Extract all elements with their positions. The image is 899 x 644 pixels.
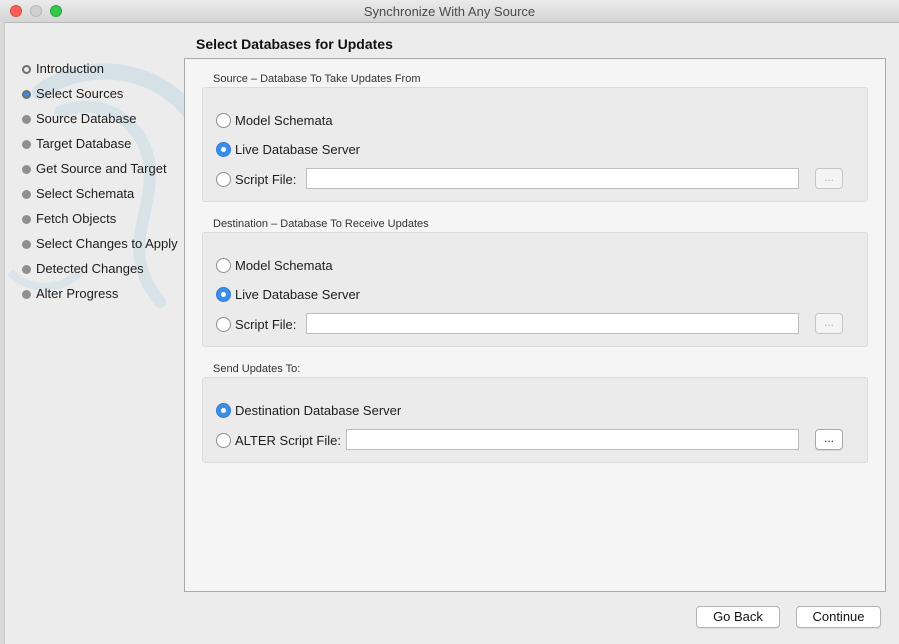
wizard-step-label: Select Schemata: [36, 186, 135, 201]
radio-label: Live Database Server: [235, 286, 361, 302]
source-group-title: Source – Database To Take Updates From: [213, 73, 421, 85]
radio-label: Script File:: [235, 171, 297, 187]
step-current-icon: [22, 90, 31, 99]
wizard-step-label: Source Database: [36, 111, 137, 126]
alter-script-file-input[interactable]: [346, 429, 799, 450]
wizard-step-label: Introduction: [36, 61, 104, 76]
source-script-file-option[interactable]: Script File:: [216, 170, 296, 188]
go-back-button[interactable]: Go Back: [696, 606, 780, 628]
step-pending-icon: [22, 290, 31, 299]
send-alter-script-option[interactable]: ALTER Script File:: [216, 431, 341, 449]
window-title: Synchronize With Any Source: [363, 4, 536, 19]
wizard-window: Synchronize With Any Source Introduction…: [0, 0, 899, 644]
radio-button[interactable]: [216, 112, 231, 128]
destination-group-title: Destination – Database To Receive Update…: [213, 218, 429, 230]
wizard-step-label: Get Source and Target: [36, 161, 167, 176]
alter-script-browse-button[interactable]: ...: [815, 429, 843, 450]
radio-label: Destination Database Server: [235, 402, 402, 418]
radio-button-checked[interactable]: [216, 141, 231, 157]
destination-live-server-option[interactable]: Live Database Server: [216, 285, 360, 303]
source-script-file-input[interactable]: [306, 168, 799, 189]
wizard-step-label: Target Database: [36, 136, 132, 151]
radio-button[interactable]: [216, 432, 231, 448]
step-pending-icon: [22, 115, 31, 124]
source-browse-button[interactable]: ...: [815, 168, 843, 189]
source-model-schemata-option[interactable]: Model Schemata: [216, 111, 333, 129]
destination-script-file-option[interactable]: Script File:: [216, 315, 296, 333]
source-live-server-option[interactable]: Live Database Server: [216, 140, 360, 158]
radio-button[interactable]: [216, 171, 231, 187]
radio-label: Model Schemata: [235, 257, 333, 273]
radio-label: ALTER Script File:: [235, 432, 341, 448]
radio-label: Live Database Server: [235, 141, 361, 157]
radio-button[interactable]: [216, 257, 231, 273]
title-bar: Synchronize With Any Source: [0, 0, 899, 23]
wizard-step-label: Alter Progress: [36, 286, 119, 301]
step-pending-icon: [22, 265, 31, 274]
destination-browse-button[interactable]: ...: [815, 313, 843, 334]
step-pending-icon: [22, 165, 31, 174]
radio-button-checked[interactable]: [216, 286, 231, 302]
send-updates-group-box: [202, 377, 868, 463]
continue-button[interactable]: Continue: [796, 606, 881, 628]
destination-model-schemata-option[interactable]: Model Schemata: [216, 256, 333, 274]
radio-label: Model Schemata: [235, 112, 333, 128]
step-pending-icon: [22, 240, 31, 249]
send-updates-group-title: Send Updates To:: [213, 363, 301, 375]
wizard-step-label: Select Changes to Apply: [36, 236, 178, 251]
send-destination-server-option[interactable]: Destination Database Server: [216, 401, 401, 419]
wizard-step-label: Detected Changes: [36, 261, 144, 276]
step-done-icon: [22, 65, 31, 74]
page-title: Select Databases for Updates: [196, 36, 393, 52]
wizard-step-label: Fetch Objects: [36, 211, 117, 226]
wizard-step-label: Select Sources: [36, 86, 124, 101]
step-pending-icon: [22, 215, 31, 224]
radio-button-checked[interactable]: [216, 402, 231, 418]
radio-button[interactable]: [216, 316, 231, 332]
destination-script-file-input[interactable]: [306, 313, 799, 334]
step-pending-icon: [22, 140, 31, 149]
radio-label: Script File:: [235, 316, 297, 332]
step-pending-icon: [22, 190, 31, 199]
